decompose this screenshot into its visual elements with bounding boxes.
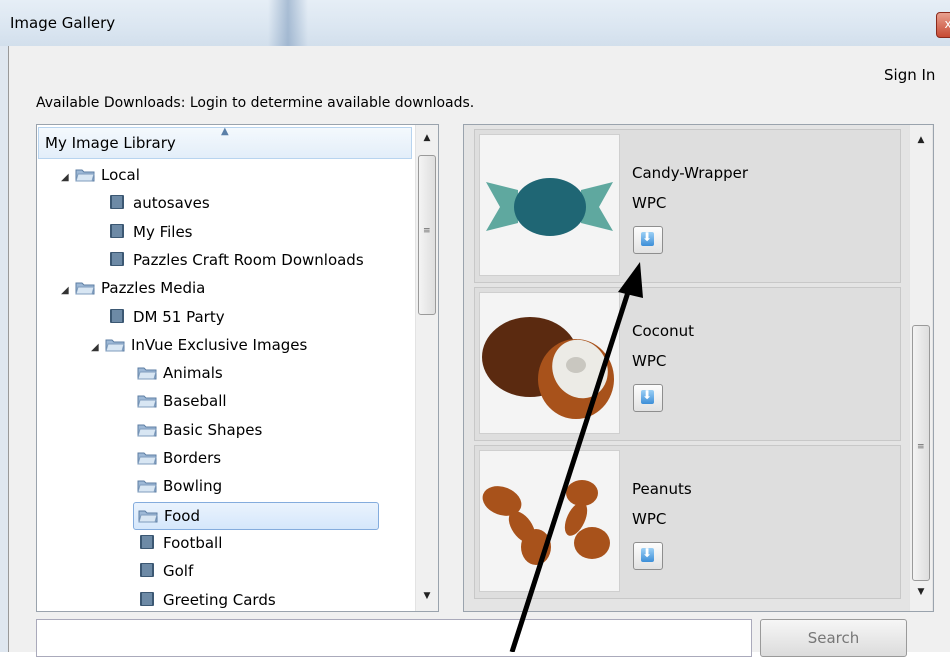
annotation-arrow xyxy=(509,262,643,652)
